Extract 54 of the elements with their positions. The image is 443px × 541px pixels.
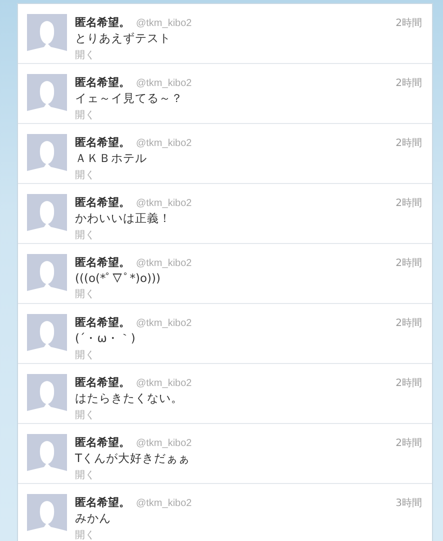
open-link[interactable]: 開く <box>75 348 95 362</box>
timestamp[interactable]: 3時間 <box>396 496 422 510</box>
user-name[interactable]: 匿名希望。 <box>75 315 130 330</box>
tweet-text: みかん <box>75 511 112 526</box>
user-handle: @tkm_kibo2 <box>136 318 192 329</box>
avatar-icon[interactable] <box>27 74 67 114</box>
timestamp[interactable]: 2時間 <box>396 196 422 210</box>
avatar-icon[interactable] <box>27 254 67 294</box>
tweet-text: (´・ω・｀) <box>75 331 136 346</box>
user-handle: @tkm_kibo2 <box>136 198 192 209</box>
avatar-icon[interactable] <box>27 434 67 474</box>
timestamp[interactable]: 2時間 <box>396 256 422 270</box>
avatar-icon[interactable] <box>27 194 67 234</box>
avatar-icon[interactable] <box>27 314 67 354</box>
timestamp[interactable]: 2時間 <box>396 436 422 450</box>
user-name[interactable]: 匿名希望。 <box>75 375 130 390</box>
tweet-text: イェ～イ見てる～？ <box>75 91 184 106</box>
user-name[interactable]: 匿名希望。 <box>75 195 130 210</box>
user-handle: @tkm_kibo2 <box>136 498 192 509</box>
user-handle: @tkm_kibo2 <box>136 78 192 89</box>
tweet-text: (((o(*ﾟ▽ﾟ*)o))) <box>75 271 162 285</box>
timestamp[interactable]: 2時間 <box>396 316 422 330</box>
user-handle: @tkm_kibo2 <box>136 378 192 389</box>
user-name[interactable]: 匿名希望。 <box>75 15 130 30</box>
open-link[interactable]: 開く <box>75 287 95 301</box>
tweet-text: かわいいは正義！ <box>75 211 172 226</box>
open-link[interactable]: 開く <box>75 408 95 422</box>
open-link[interactable]: 開く <box>75 168 95 182</box>
tweet-text: はたらきたくない。 <box>75 391 184 406</box>
user-handle: @tkm_kibo2 <box>136 438 192 449</box>
open-link[interactable]: 開く <box>75 528 95 541</box>
user-name[interactable]: 匿名希望。 <box>75 75 130 90</box>
avatar-icon[interactable] <box>27 494 67 534</box>
avatar-icon[interactable] <box>27 14 67 54</box>
tweet-text: とりあえずテスト <box>75 31 172 46</box>
avatar-icon[interactable] <box>27 134 67 174</box>
user-handle: @tkm_kibo2 <box>136 18 192 29</box>
timestamp[interactable]: 2時間 <box>396 16 422 30</box>
user-name[interactable]: 匿名希望。 <box>75 135 130 150</box>
open-link[interactable]: 開く <box>75 48 95 62</box>
user-handle: @tkm_kibo2 <box>136 138 192 149</box>
tweet-text: Tくんが大好きだぁぁ <box>75 451 192 466</box>
open-link[interactable]: 開く <box>75 228 95 242</box>
open-link[interactable]: 開く <box>75 468 95 482</box>
open-link[interactable]: 開く <box>75 108 95 122</box>
user-name[interactable]: 匿名希望。 <box>75 435 130 450</box>
timestamp[interactable]: 2時間 <box>396 376 422 390</box>
user-handle: @tkm_kibo2 <box>136 258 192 269</box>
user-name[interactable]: 匿名希望。 <box>75 255 130 270</box>
tweet-text: ＡＫＢホテル <box>75 151 148 166</box>
user-name[interactable]: 匿名希望。 <box>75 495 130 510</box>
timestamp[interactable]: 2時間 <box>396 136 422 150</box>
avatar-icon[interactable] <box>27 374 67 414</box>
timestamp[interactable]: 2時間 <box>396 76 422 90</box>
